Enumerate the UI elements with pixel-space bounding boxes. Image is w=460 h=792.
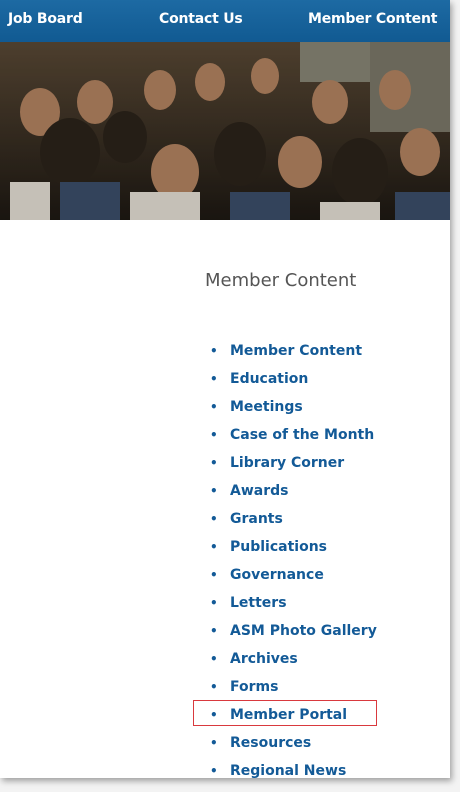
menu-item-education[interactable]: • Education <box>210 368 377 396</box>
menu-item-regional-news[interactable]: • Regional News <box>210 760 377 778</box>
menu-link[interactable]: Archives <box>230 648 298 670</box>
menu-item-member-portal[interactable]: • Member Portal <box>210 704 377 732</box>
menu-link[interactable]: Case of the Month <box>230 424 374 446</box>
menu-item-publications[interactable]: • Publications <box>210 536 377 564</box>
bullet-icon: • <box>210 344 218 358</box>
menu-item-asm-photo-gallery[interactable]: • ASM Photo Gallery <box>210 620 377 648</box>
bullet-icon: • <box>210 680 218 694</box>
menu-item-forms[interactable]: • Forms <box>210 676 377 704</box>
menu-item-awards[interactable]: • Awards <box>210 480 377 508</box>
member-content-menu: • Member Content • Education • Meetings • Ca… <box>210 340 377 778</box>
menu-link[interactable]: Member Content <box>230 340 362 362</box>
hero-image-audience <box>0 42 450 220</box>
menu-link[interactable]: Library Corner <box>230 452 344 474</box>
bullet-icon: • <box>210 428 218 442</box>
menu-item-member-content[interactable]: • Member Content <box>210 340 377 368</box>
section-title: Member Content <box>205 270 357 291</box>
menu-item-governance[interactable]: • Governance <box>210 564 377 592</box>
menu-item-library-corner[interactable]: • Library Corner <box>210 452 377 480</box>
menu-link[interactable]: Publications <box>230 536 327 558</box>
menu-link[interactable]: Letters <box>230 592 287 614</box>
menu-item-case-of-the-month[interactable]: • Case of the Month <box>210 424 377 452</box>
page: Job Board Contact Us Member Content Memb… <box>0 0 450 778</box>
nav-link-contact-us[interactable]: Contact Us <box>159 11 243 27</box>
bullet-icon: • <box>210 400 218 414</box>
menu-item-resources[interactable]: • Resources <box>210 732 377 760</box>
menu-link[interactable]: Regional News <box>230 760 346 778</box>
bullet-icon: • <box>210 540 218 554</box>
bullet-icon: • <box>210 484 218 498</box>
bullet-icon: • <box>210 596 218 610</box>
menu-item-meetings[interactable]: • Meetings <box>210 396 377 424</box>
menu-link[interactable]: Education <box>230 368 308 390</box>
bullet-icon: • <box>210 456 218 470</box>
bullet-icon: • <box>210 764 218 778</box>
bullet-icon: • <box>210 512 218 526</box>
menu-item-letters[interactable]: • Letters <box>210 592 377 620</box>
menu-link[interactable]: Governance <box>230 564 324 586</box>
menu-link[interactable]: Awards <box>230 480 288 502</box>
menu-link[interactable]: Member Portal <box>230 704 347 726</box>
top-navigation-bar: Job Board Contact Us Member Content <box>0 0 450 42</box>
menu-link[interactable]: Forms <box>230 676 278 698</box>
bullet-icon: • <box>210 736 218 750</box>
nav-link-member-content[interactable]: Member Content <box>308 11 437 27</box>
bullet-icon: • <box>210 372 218 386</box>
menu-item-grants[interactable]: • Grants <box>210 508 377 536</box>
menu-link[interactable]: Grants <box>230 508 283 530</box>
bullet-icon: • <box>210 708 218 722</box>
bullet-icon: • <box>210 624 218 638</box>
bullet-icon: • <box>210 568 218 582</box>
nav-link-job-board[interactable]: Job Board <box>8 11 83 27</box>
menu-link[interactable]: ASM Photo Gallery <box>230 620 377 642</box>
bullet-icon: • <box>210 652 218 666</box>
menu-link[interactable]: Resources <box>230 732 311 754</box>
menu-item-archives[interactable]: • Archives <box>210 648 377 676</box>
audience-photo <box>0 42 450 220</box>
menu-link[interactable]: Meetings <box>230 396 303 418</box>
